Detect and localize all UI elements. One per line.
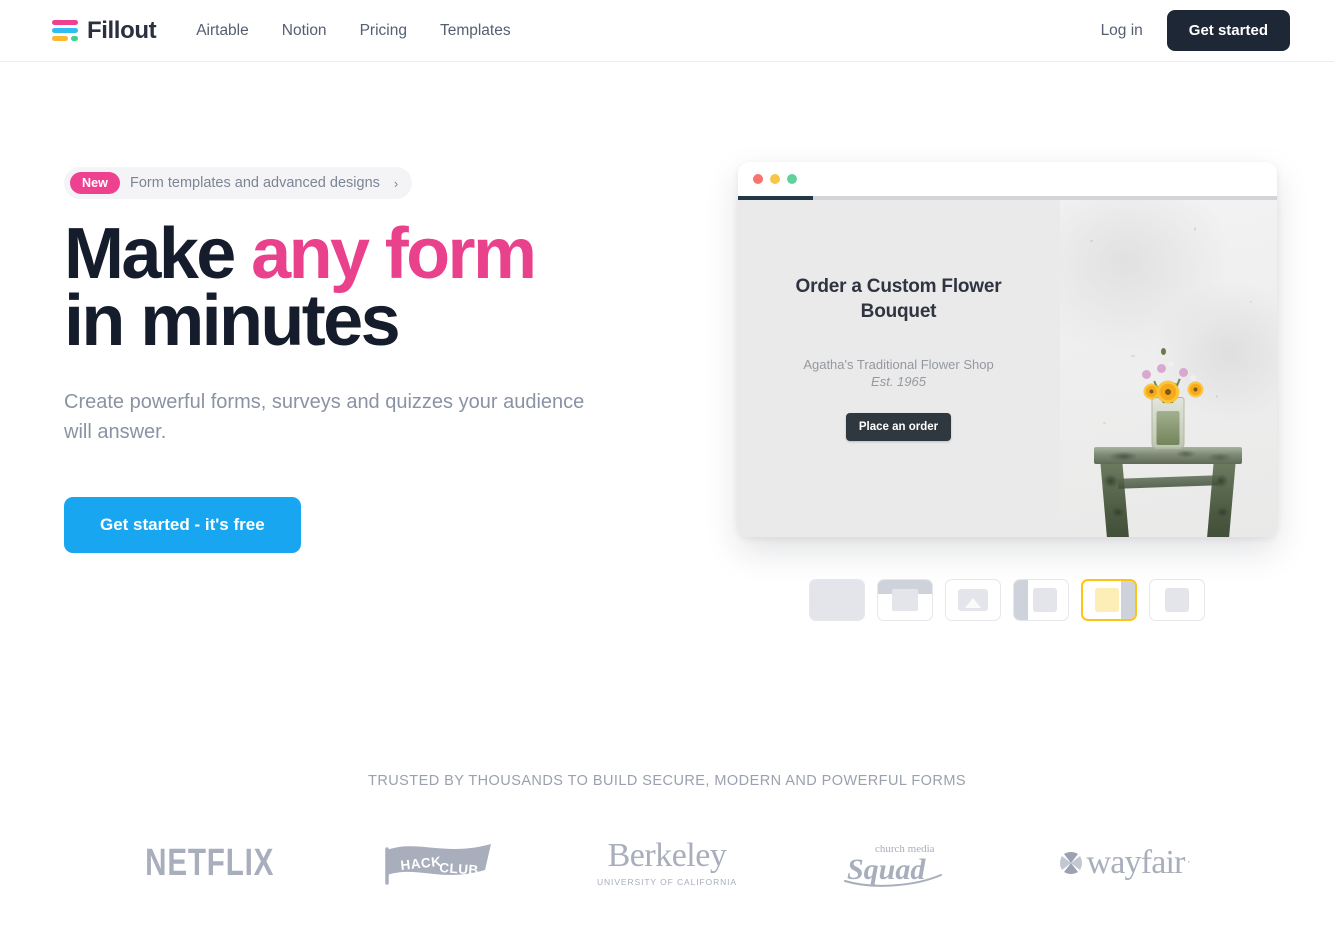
- hero-section: New Form templates and advanced designs …: [0, 62, 1334, 621]
- layout-option-image-centered[interactable]: [945, 579, 1001, 621]
- flower-jar: [1151, 397, 1185, 449]
- nav-item-pricing[interactable]: Pricing: [360, 22, 407, 40]
- form-preview-body: Order a Custom Flower Bouquet Agatha's T…: [737, 200, 1277, 537]
- layout-option-full-bleed[interactable]: [809, 579, 865, 621]
- badge-new-tag: New: [70, 172, 121, 194]
- sunflower-main: [1157, 381, 1179, 403]
- traffic-light-minimize-icon: [769, 174, 780, 184]
- netflix-wordmark: NETFLIX: [144, 841, 274, 884]
- logo-row-2: [52, 28, 78, 33]
- wayfair-pinwheel-icon: [1060, 852, 1083, 874]
- trusted-by-section: TRUSTED BY THOUSANDS TO BUILD SECURE, MO…: [0, 773, 1334, 893]
- hack-club-flag-icon: HACK CLUB: [385, 844, 492, 885]
- hero-copy: New Form templates and advanced designs …: [64, 162, 704, 621]
- nav-item-templates[interactable]: Templates: [440, 22, 511, 40]
- browser-titlebar: [737, 162, 1277, 196]
- svg-text:CLUB: CLUB: [439, 860, 479, 878]
- brand-name: Fillout: [87, 16, 157, 44]
- traffic-light-close-icon: [752, 174, 763, 184]
- form-established: Est. 1965: [871, 374, 926, 390]
- brand-logo[interactable]: Fillout: [52, 16, 157, 45]
- primary-nav: Airtable Notion Pricing Templates: [196, 22, 510, 40]
- image-placeholder-icon: [958, 589, 988, 611]
- trusted-by-title: TRUSTED BY THOUSANDS TO BUILD SECURE, MO…: [368, 773, 966, 789]
- layout-option-right-split-highlighted[interactable]: [1081, 579, 1137, 621]
- form-cover-photo: [1059, 200, 1277, 537]
- stool-illustration: [1094, 447, 1242, 537]
- logo-berkeley: Berkeley UNIVERSITY OF CALIFORNIA: [553, 833, 782, 893]
- logo-row-1: [52, 20, 78, 25]
- place-order-button[interactable]: Place an order: [845, 412, 952, 441]
- wayfair-wordmark: wayfair: [1086, 844, 1185, 881]
- form-title: Order a Custom Flower Bouquet: [795, 276, 1002, 323]
- logo-wayfair: wayfair ·: [1010, 833, 1239, 893]
- login-link[interactable]: Log in: [1101, 22, 1143, 40]
- squad-wordmark-svg: Squad: [847, 853, 926, 886]
- badge-text: Form templates and advanced designs: [130, 175, 380, 191]
- berkeley-wordmark: Berkeley: [607, 837, 727, 874]
- form-shop-name-text: Agatha's Traditional Flower Shop: [803, 356, 994, 372]
- fillout-logo-icon: [52, 19, 78, 43]
- nav-item-airtable[interactable]: Airtable: [196, 22, 249, 40]
- logo-row-3: [52, 36, 78, 41]
- logo-church-media-squad: church media Squad: [781, 833, 1010, 893]
- form-content-pane: Order a Custom Flower Bouquet Agatha's T…: [737, 200, 1060, 537]
- purple-bloom-2: [1157, 364, 1167, 373]
- layout-option-top-band-card[interactable]: [877, 579, 933, 621]
- flower-bud: [1161, 348, 1167, 355]
- berkeley-subtext: UNIVERSITY OF CALIFORNIA: [596, 877, 737, 887]
- customer-logos: NETFLIX HACK CLUB Berkeley UNIVERSITY OF…: [0, 833, 1334, 893]
- site-header: Fillout Airtable Notion Pricing Template…: [0, 0, 1334, 62]
- wayfair-registered-dot: ·: [1186, 854, 1191, 868]
- header-actions: Log in Get started: [1101, 10, 1290, 51]
- purple-bloom-3: [1178, 368, 1188, 377]
- headline-line-2: in minutes: [64, 280, 401, 361]
- layout-option-centered-card[interactable]: [1149, 579, 1205, 621]
- purple-bloom-1: [1141, 370, 1151, 379]
- white-bloom-2: [1189, 375, 1196, 381]
- logo-netflix: NETFLIX: [95, 833, 324, 893]
- traffic-light-maximize-icon: [786, 174, 797, 184]
- announcement-badge[interactable]: New Form templates and advanced designs …: [64, 167, 413, 199]
- form-shop-name: Agatha's Traditional Flower Shop Est. 19…: [803, 356, 993, 391]
- hero-subheadline: Create powerful forms, surveys and quizz…: [64, 390, 585, 443]
- layout-picker: [809, 579, 1205, 621]
- sunflower-right: [1187, 382, 1203, 397]
- hero-cta-button[interactable]: Get started - it's free: [64, 496, 301, 553]
- nav-item-notion[interactable]: Notion: [282, 22, 327, 40]
- layout-option-left-split[interactable]: [1013, 579, 1069, 621]
- church-media-squad-icon: church media Squad: [843, 843, 942, 887]
- logo-hack-club: HACK CLUB: [324, 833, 553, 893]
- hero-preview: Order a Custom Flower Bouquet Agatha's T…: [724, 162, 1290, 621]
- hero-headline: Make any form in minutes: [64, 218, 704, 357]
- white-bloom-1: [1168, 361, 1174, 367]
- chevron-right-icon: ›: [393, 175, 399, 191]
- browser-mockup: Order a Custom Flower Bouquet Agatha's T…: [737, 162, 1277, 537]
- get-started-button[interactable]: Get started: [1166, 10, 1290, 51]
